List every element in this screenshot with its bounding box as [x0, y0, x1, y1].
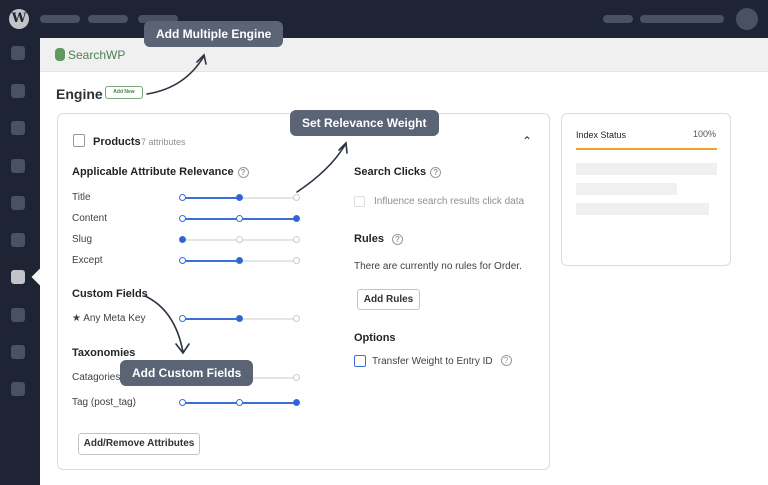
arrow-engine [146, 55, 205, 95]
callout-set-relevance-weight: Set Relevance Weight [290, 110, 439, 136]
arrow-relevance [296, 144, 346, 193]
callout-add-multiple-engine: Add Multiple Engine [144, 21, 284, 47]
arrow-custom [144, 295, 184, 353]
callout-arrows [144, 53, 348, 355]
callout-add-custom-fields: Add Custom Fields [120, 360, 254, 386]
